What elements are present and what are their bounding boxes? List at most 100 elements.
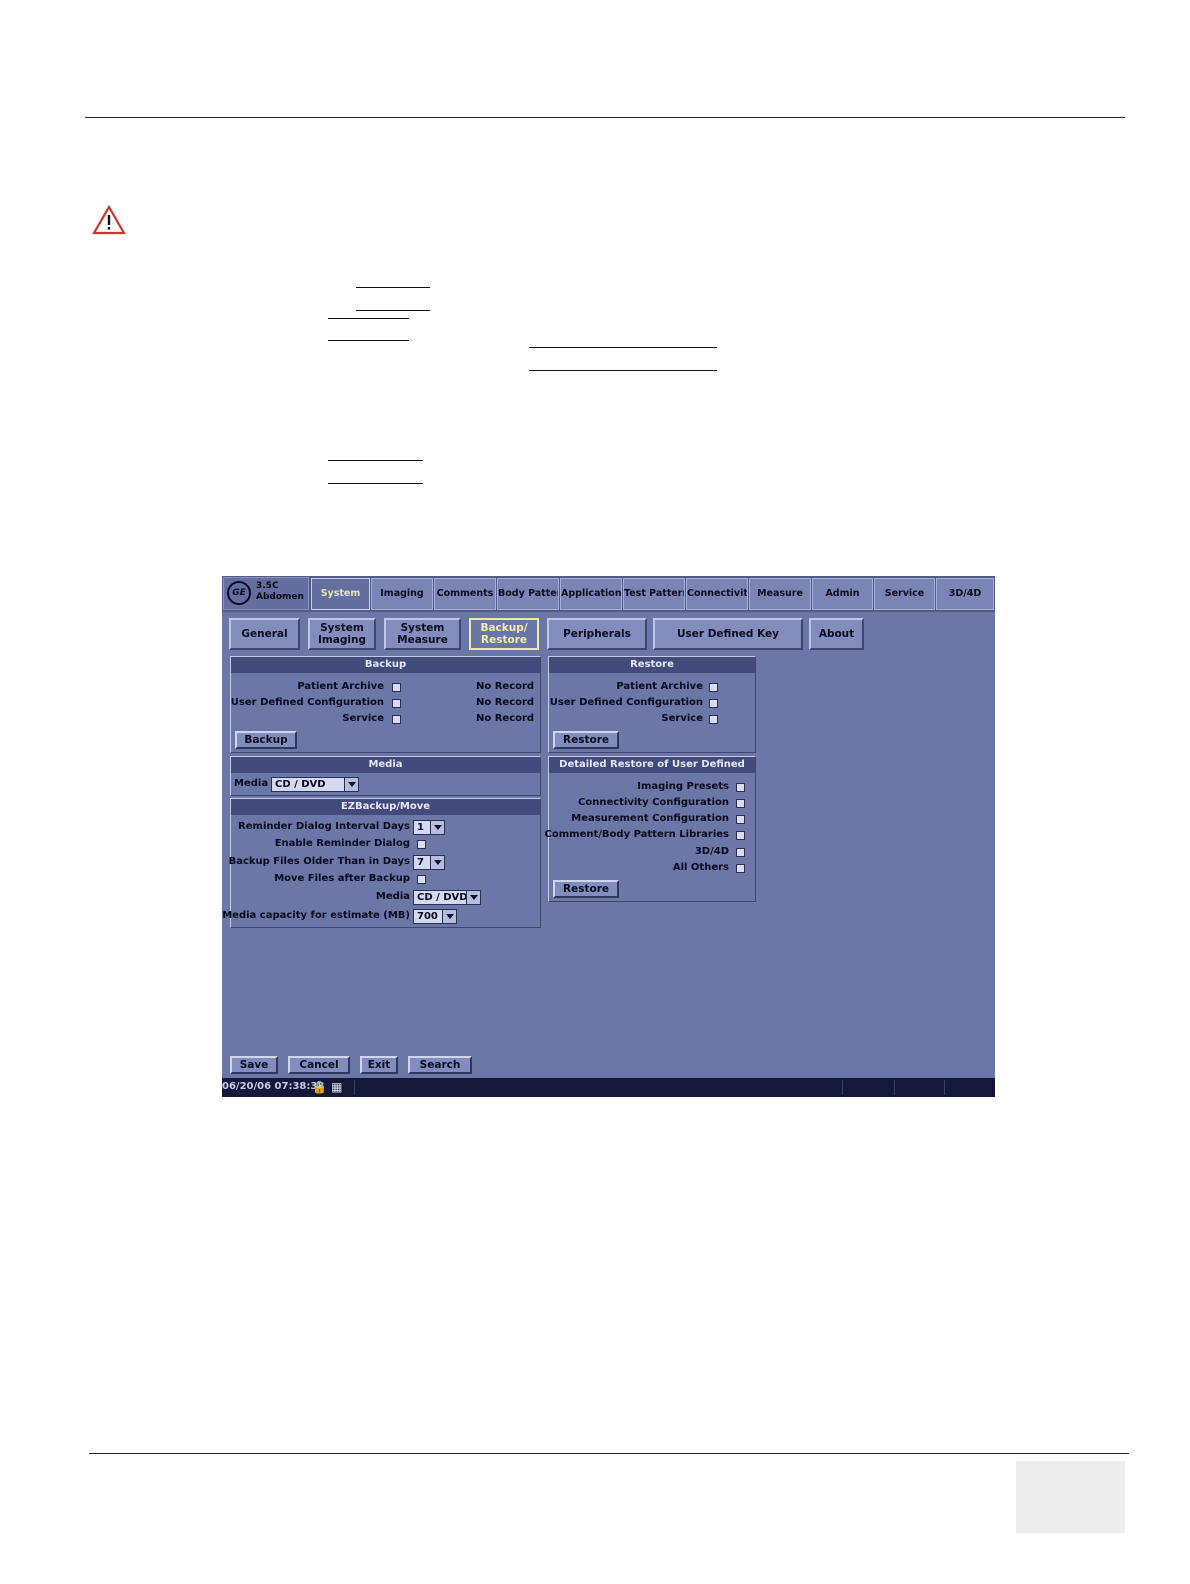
tab-system[interactable]: System — [311, 578, 370, 610]
ez-media-value: CD / DVD — [417, 892, 468, 903]
move-files-checkbox[interactable] — [417, 875, 426, 884]
capacity-dropdown[interactable]: 700 — [413, 909, 457, 924]
backup-service-status: No Record — [476, 713, 535, 724]
backup-title: Backup — [231, 657, 540, 673]
underline-2 — [356, 310, 430, 311]
media-dropdown[interactable]: CD / DVD — [271, 777, 359, 792]
backup-user-config-label: User Defined Configuration — [230, 697, 384, 708]
ge-logo-icon: GE — [227, 581, 251, 605]
reminder-interval-label: Reminder Dialog Interval Days — [238, 821, 410, 832]
restore-button[interactable]: Restore — [553, 731, 619, 749]
comment-body-pattern-label: Comment/Body Pattern Libraries — [544, 829, 729, 840]
comment-body-pattern-checkbox[interactable] — [736, 831, 745, 840]
detailed-restore-button[interactable]: Restore — [553, 880, 619, 898]
restore-service-checkbox[interactable] — [709, 715, 718, 724]
preset-name: Abdomen — [256, 592, 304, 602]
enable-reminder-label: Enable Reminder Dialog — [274, 838, 410, 849]
exit-button[interactable]: Exit — [360, 1056, 398, 1074]
tab-application[interactable]: Application — [560, 578, 622, 610]
tab-test-patterns[interactable]: Test Patterns — [623, 578, 685, 610]
network-icon: ▦ — [331, 1080, 343, 1094]
media-title: Media — [231, 757, 540, 773]
underline-3 — [328, 318, 409, 319]
tab-connectivity[interactable]: Connectivity — [686, 578, 748, 610]
detailed-3d4d-checkbox[interactable] — [736, 848, 745, 857]
subtab-user-defined-key[interactable]: User Defined Key — [653, 618, 803, 650]
tab-admin[interactable]: Admin — [812, 578, 873, 610]
restore-title: Restore — [549, 657, 755, 673]
backup-service-checkbox[interactable] — [392, 715, 401, 724]
warning-icon — [92, 205, 126, 235]
status-divider — [944, 1080, 945, 1095]
capacity-value: 700 — [417, 911, 438, 922]
connectivity-config-label: Connectivity Configuration — [578, 797, 729, 808]
backup-patient-archive-checkbox[interactable] — [392, 683, 401, 692]
tab-measure[interactable]: Measure — [749, 578, 811, 610]
tab-comments[interactable]: Comments — [434, 578, 496, 610]
reminder-interval-value: 1 — [417, 822, 424, 833]
capacity-label: Media capacity for estimate (MB) — [222, 910, 410, 921]
backup-patient-archive-status: No Record — [476, 681, 535, 692]
backup-user-config-status: No Record — [476, 697, 535, 708]
all-others-checkbox[interactable] — [736, 864, 745, 873]
backup-button[interactable]: Backup — [235, 731, 297, 749]
header-rule — [85, 117, 1125, 118]
underline-8 — [328, 483, 423, 484]
measurement-config-checkbox[interactable] — [736, 815, 745, 824]
measurement-config-label: Measurement Configuration — [571, 813, 729, 824]
backup-older-dropdown[interactable]: 7 — [413, 855, 445, 870]
subtab-system-measure[interactable]: System Measure — [384, 618, 461, 650]
chevron-down-icon — [344, 778, 358, 791]
chevron-down-icon — [466, 891, 480, 904]
enable-reminder-checkbox[interactable] — [417, 840, 426, 849]
status-datetime: 06/20/06 07:38:38 — [222, 1081, 325, 1092]
restore-user-config-label: User Defined Configuration — [549, 697, 703, 708]
chevron-down-icon — [442, 910, 456, 923]
media-label: Media — [234, 778, 269, 789]
probe-info: GE 3.5C Abdomen — [223, 577, 309, 610]
media-value: CD / DVD — [275, 779, 326, 790]
save-button[interactable]: Save — [230, 1056, 278, 1074]
underline-4 — [328, 340, 409, 341]
footer-rule — [89, 1453, 1129, 1454]
backup-panel: Backup Patient Archive No Record User De… — [230, 656, 541, 753]
ez-media-dropdown[interactable]: CD / DVD — [413, 890, 481, 905]
restore-patient-archive-label: Patient Archive — [616, 681, 703, 692]
subtab-about[interactable]: About — [809, 618, 864, 650]
backup-patient-archive-label: Patient Archive — [297, 681, 384, 692]
top-tab-bar: GE 3.5C Abdomen System Imaging Comments … — [222, 576, 995, 612]
restore-user-config-checkbox[interactable] — [709, 699, 718, 708]
imaging-presets-checkbox[interactable] — [736, 783, 745, 792]
detailed-restore-title: Detailed Restore of User Defined — [549, 757, 755, 773]
subtab-general[interactable]: General — [229, 618, 300, 650]
backup-user-config-checkbox[interactable] — [392, 699, 401, 708]
lock-icon: 🔒 — [312, 1080, 327, 1094]
status-divider — [354, 1080, 355, 1095]
backup-older-label: Backup Files Older Than in Days — [228, 856, 410, 867]
restore-patient-archive-checkbox[interactable] — [709, 683, 718, 692]
underline-6 — [529, 370, 717, 371]
cancel-button[interactable]: Cancel — [288, 1056, 350, 1074]
media-panel: Media Media CD / DVD — [230, 756, 541, 796]
tab-3d4d[interactable]: 3D/4D — [936, 578, 994, 610]
tab-service[interactable]: Service — [874, 578, 935, 610]
utility-screen: GE 3.5C Abdomen System Imaging Comments … — [222, 576, 995, 1097]
backup-older-value: 7 — [417, 857, 424, 868]
search-button[interactable]: Search — [408, 1056, 472, 1074]
subtab-system-imaging[interactable]: System Imaging — [308, 618, 376, 650]
detailed-3d4d-label: 3D/4D — [694, 846, 729, 857]
connectivity-config-checkbox[interactable] — [736, 799, 745, 808]
backup-service-label: Service — [342, 713, 384, 724]
all-others-label: All Others — [672, 862, 729, 873]
ez-media-label: Media — [375, 891, 410, 902]
underline-7 — [328, 460, 423, 461]
reminder-interval-dropdown[interactable]: 1 — [413, 820, 445, 835]
status-divider — [842, 1080, 843, 1095]
tab-body-pattern[interactable]: Body Pattern — [497, 578, 559, 610]
restore-service-label: Service — [661, 713, 703, 724]
ezbackup-title: EZBackup/Move — [231, 799, 540, 815]
tab-imaging[interactable]: Imaging — [371, 578, 433, 610]
subtab-peripherals[interactable]: Peripherals — [547, 618, 647, 650]
subtab-backup-restore[interactable]: Backup/ Restore — [469, 618, 539, 650]
status-bar: 06/20/06 07:38:38 🔒 ▦ — [222, 1078, 995, 1097]
